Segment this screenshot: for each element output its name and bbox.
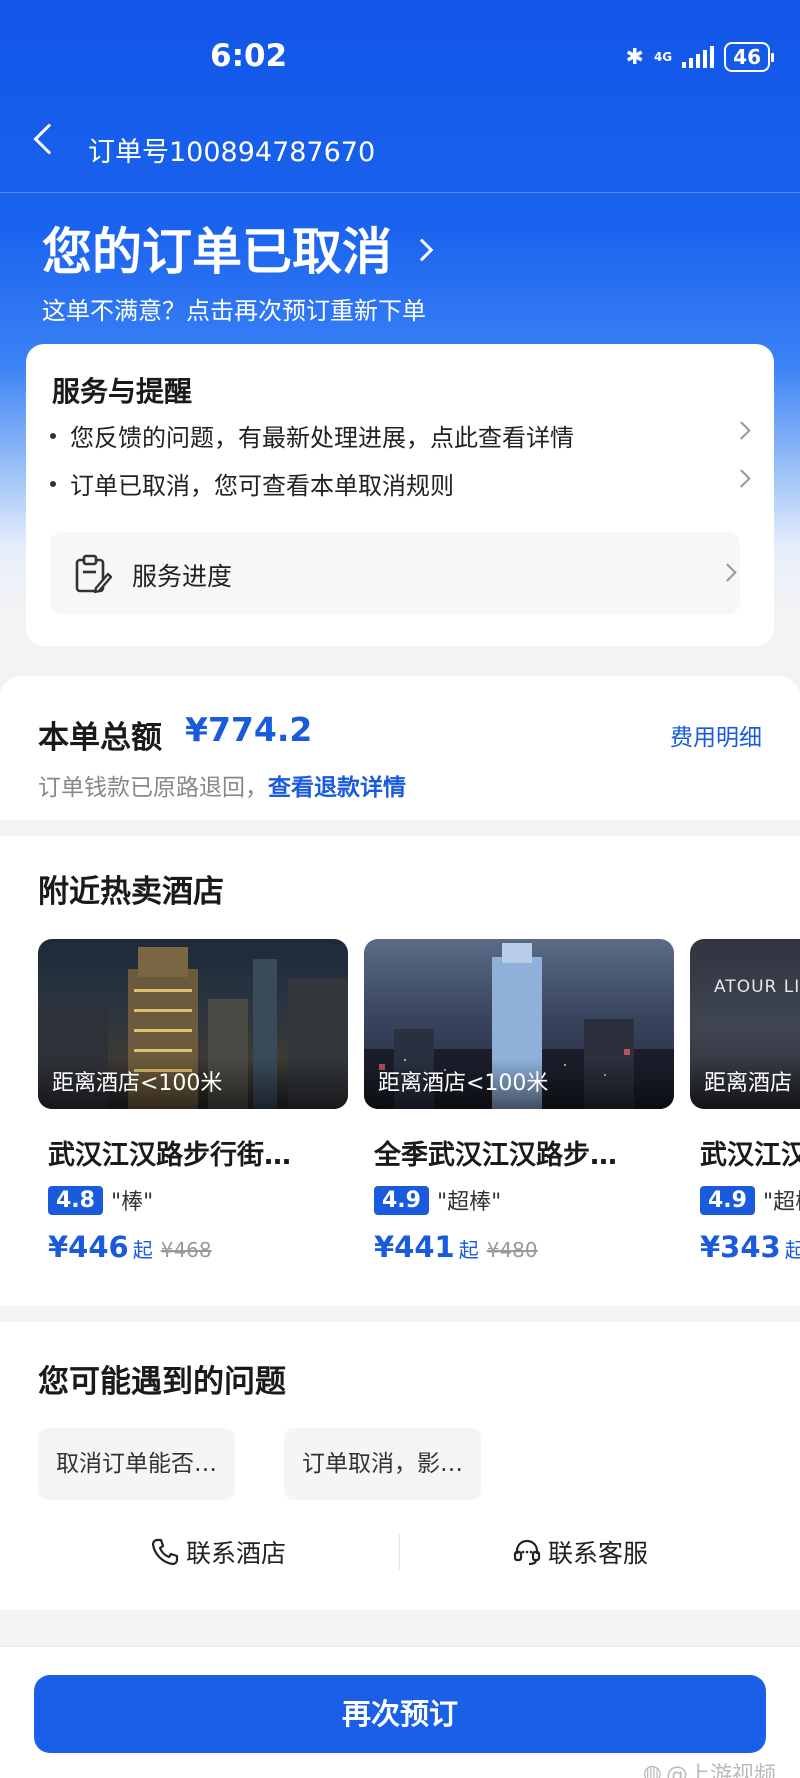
hotel-price: ¥446 起 ¥468 — [48, 1230, 348, 1264]
hotel-distance: 距离酒店<100米 — [52, 1071, 223, 1096]
network-type: 4G — [653, 50, 673, 64]
price-current: ¥441 — [374, 1230, 455, 1264]
price-current: ¥446 — [48, 1230, 129, 1264]
service-progress-label: 服务进度 — [132, 562, 233, 591]
price-current: ¥343 — [700, 1230, 781, 1264]
service-item-label: 订单已取消，您可查看本单取消规则 — [70, 472, 454, 500]
rating-score: 4.8 — [48, 1185, 103, 1215]
order-total-card: 本单总额 ¥774.2 费用明细 订单钱款已原路退回，查看退款详情 — [0, 676, 800, 820]
price-original: ¥480 — [486, 1238, 538, 1262]
rating-score: 4.9 — [700, 1185, 755, 1215]
price-suffix: 起 — [458, 1238, 479, 1262]
nearby-hotels-title: 附近热卖酒店 — [38, 874, 224, 910]
service-item-label: 您反馈的问题，有最新处理进展，点此查看详情 — [70, 424, 574, 452]
contact-divider — [399, 1534, 400, 1570]
refund-detail-link[interactable]: 查看退款详情 — [268, 775, 406, 801]
price-suffix: 起 — [132, 1238, 153, 1262]
hotel-price: ¥343 起 — [700, 1230, 800, 1264]
headset-icon — [513, 1539, 541, 1566]
hotel-image: ATOUR LIGHT 距离酒店 — [690, 939, 800, 1109]
hotel-rating: 4.9 "超棒" — [374, 1184, 674, 1216]
weibo-icon: ◍ — [642, 1760, 662, 1778]
hotel-name: 武汉江汉 — [700, 1140, 800, 1171]
watermark: ◍ @上游视频 — [643, 1757, 776, 1778]
service-reminder-card: 服务与提醒 您反馈的问题，有最新处理进展，点此查看详情 订单已取消，您可查看本单… — [26, 344, 774, 646]
hotel-name: 全季武汉江汉路步… — [374, 1140, 617, 1171]
rating-text: "棒" — [110, 1190, 154, 1215]
hotel-price: ¥441 起 ¥480 — [374, 1230, 674, 1264]
hotel-distance: 距离酒店 — [704, 1071, 793, 1096]
header-divider — [0, 192, 800, 193]
hotel-card[interactable]: ATOUR LIGHT 距离酒店 武汉江汉 4.9 "超棒" ¥343 起 — [690, 939, 800, 1264]
chevron-right-icon — [410, 238, 434, 262]
hotel-sign-text: ATOUR LIGHT — [714, 977, 800, 997]
contact-service-button[interactable]: 联系客服 — [512, 1534, 648, 1570]
hotel-card[interactable]: 距离酒店<100米 武汉江汉路步行街… 4.8 "棒" ¥446 起 ¥468 — [38, 939, 348, 1264]
total-label: 本单总额 — [38, 720, 162, 756]
phone-icon — [151, 1538, 179, 1566]
refund-note-text: 订单钱款已原路退回， — [38, 775, 268, 801]
service-item-cancel-rules[interactable]: 订单已取消，您可查看本单取消规则 — [50, 466, 750, 501]
total-amount: ¥774.2 — [185, 710, 313, 749]
status-time: 6:02 — [210, 38, 288, 74]
clipboard-edit-icon — [75, 554, 112, 594]
price-suffix: 起 — [784, 1238, 800, 1262]
hotel-rating: 4.8 "棒" — [48, 1184, 348, 1216]
bullet-icon — [50, 432, 56, 439]
service-card-title: 服务与提醒 — [52, 375, 193, 408]
bullet-icon — [50, 480, 56, 487]
nearby-hotels-section: 附近热卖酒店 距离酒店<100米 武汉江汉路步行街… 4.8 "棒" ¥446 … — [0, 836, 800, 1306]
contact-hotel-button[interactable]: 联系酒店 — [150, 1534, 286, 1570]
rating-text: "超棒" — [762, 1190, 800, 1215]
order-status-title[interactable]: 您的订单已取消 — [42, 212, 434, 284]
hotel-name: 武汉江汉路步行街… — [48, 1140, 291, 1171]
contact-hotel-label: 联系酒店 — [186, 1539, 287, 1568]
chevron-right-icon — [718, 563, 737, 582]
refund-note: 订单钱款已原路退回，查看退款详情 — [38, 768, 406, 802]
price-original: ¥468 — [160, 1238, 212, 1262]
order-number: 订单号100894787670 — [88, 137, 376, 168]
rating-score: 4.9 — [374, 1185, 429, 1215]
contact-service-label: 联系客服 — [548, 1539, 649, 1568]
faq-chip[interactable]: 订单取消，影… — [284, 1428, 481, 1500]
faq-chip[interactable]: 取消订单能否… — [38, 1428, 235, 1500]
order-status-subtitle: 这单不满意？点击再次预订重新下单 — [42, 297, 426, 325]
bottom-action-bar: 再次预订 ◍ @上游视频 — [0, 1646, 800, 1778]
watermark-text: @上游视频 — [665, 1763, 776, 1778]
hotel-image: 距离酒店<100米 — [364, 939, 674, 1109]
signal-icon — [682, 46, 715, 68]
hotel-card[interactable]: 距离酒店<100米 全季武汉江汉路步… 4.9 "超棒" ¥441 起 ¥480 — [364, 939, 674, 1264]
battery-indicator: 46 — [724, 42, 774, 72]
faq-section: 您可能遇到的问题 取消订单能否… 订单取消，影… 联系酒店 联系客服 — [0, 1322, 800, 1610]
rating-text: "超棒" — [436, 1190, 502, 1215]
service-item-feedback[interactable]: 您反馈的问题，有最新处理进展，点此查看详情 — [50, 418, 750, 453]
fee-detail-link[interactable]: 费用明细 — [670, 718, 762, 752]
order-status-text: 您的订单已取消 — [42, 223, 392, 281]
status-icons: ✱ 4G 46 — [625, 42, 774, 72]
rebook-button[interactable]: 再次预订 — [34, 1675, 766, 1753]
hotel-image: 距离酒店<100米 — [38, 939, 348, 1109]
faq-title: 您可能遇到的问题 — [38, 1364, 286, 1400]
hotel-distance: 距离酒店<100米 — [378, 1071, 549, 1096]
service-progress-button[interactable]: 服务进度 — [50, 532, 740, 614]
hotel-rating: 4.9 "超棒" — [700, 1184, 800, 1216]
bluetooth-icon: ✱ — [625, 44, 644, 70]
